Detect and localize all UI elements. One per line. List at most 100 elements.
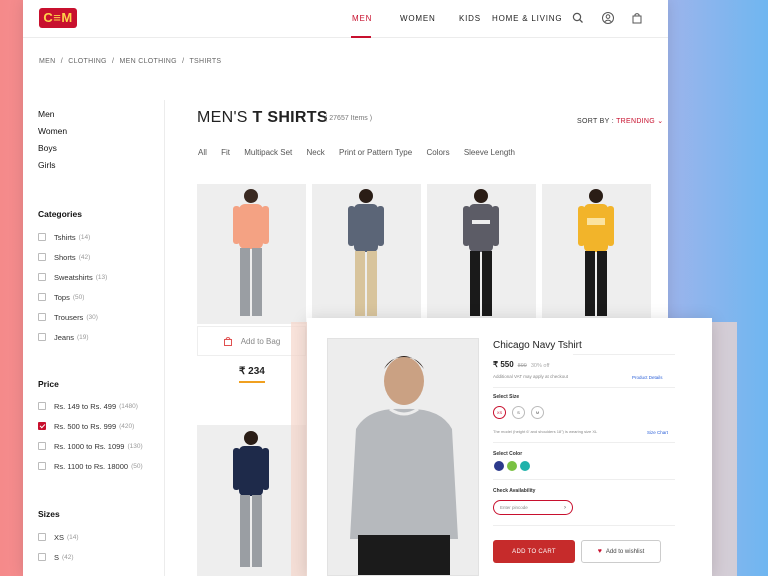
title-prefix: MEN'S (197, 109, 253, 126)
filter-colors[interactable]: Colors (426, 148, 449, 157)
product-large-image (327, 338, 479, 576)
bag-icon[interactable] (630, 11, 644, 25)
sidebar-link-boys[interactable]: Boys (38, 143, 67, 160)
sale-price: ₹ 550 (493, 360, 514, 369)
divider (573, 354, 675, 355)
sizes-title: Sizes (38, 509, 60, 519)
breadcrumb-sep: / (112, 58, 115, 65)
chevron-right-icon[interactable]: › (564, 505, 566, 511)
checkbox[interactable] (38, 533, 46, 541)
model-size-note: The model (height 6' and shoulders 18") … (493, 429, 598, 434)
checkbox[interactable] (38, 273, 46, 281)
checkbox[interactable] (38, 333, 46, 341)
pincode-placeholder: Enter pincode (500, 505, 528, 510)
product-image (578, 189, 614, 316)
option-label: Shorts (54, 252, 76, 262)
category-option[interactable]: Sweatshirts (13) (38, 267, 107, 287)
product-details-link[interactable]: Product Details (632, 375, 663, 380)
size-option-s[interactable]: S (512, 406, 525, 419)
filter-fit[interactable]: Fit (221, 148, 230, 157)
color-swatch-green[interactable] (507, 461, 517, 471)
nav-kids[interactable]: KIDS (459, 14, 481, 23)
search-icon[interactable] (571, 11, 585, 25)
option-count: (420) (119, 422, 135, 430)
checkbox[interactable] (38, 293, 46, 301)
size-option-m[interactable]: M (531, 406, 544, 419)
filter-sleeve[interactable]: Sleeve Length (464, 148, 515, 157)
category-option[interactable]: Jeans (19) (38, 327, 107, 347)
nav-women[interactable]: WOMEN (400, 14, 436, 23)
product-card[interactable] (312, 184, 421, 324)
add-to-cart-button[interactable]: ADD TO CART (493, 540, 575, 563)
breadcrumb-men[interactable]: MEN (39, 58, 55, 65)
filter-all[interactable]: All (198, 148, 207, 157)
category-option[interactable]: Tshirts (14) (38, 227, 107, 247)
page-title: MEN'S T SHIRTS (197, 109, 328, 127)
option-label: Tshirts (54, 232, 76, 242)
add-to-bag-button[interactable]: Add to Bag (197, 326, 306, 356)
modal-price: ₹ 550 899 30% off (493, 360, 549, 369)
breadcrumb-clothing[interactable]: CLOTHING (68, 58, 107, 65)
color-swatch-teal[interactable] (520, 461, 530, 471)
bag-icon (223, 337, 232, 346)
option-count: (42) (78, 253, 91, 261)
discount-label: 30% off (530, 363, 550, 369)
option-label: Tops (54, 292, 70, 302)
product-image (348, 189, 384, 316)
option-count: (14) (78, 233, 91, 241)
size-option[interactable]: XS (14) (38, 527, 79, 547)
checkbox[interactable] (38, 313, 46, 321)
top-header: C≡M MEN WOMEN KIDS HOME & LIVING (23, 0, 668, 38)
checkbox[interactable] (38, 233, 46, 241)
price-option[interactable]: Rs. 149 to Rs. 499 (1480) (38, 396, 143, 416)
filter-neck[interactable]: Neck (307, 148, 325, 157)
sidebar-link-girls[interactable]: Girls (38, 160, 67, 177)
product-card[interactable] (427, 184, 536, 324)
size-option[interactable]: S (42) (38, 547, 79, 567)
nav-home-living[interactable]: HOME & LIVING (492, 14, 562, 23)
price-option[interactable]: Rs. 1000 to Rs. 1099 (130) (38, 436, 143, 456)
category-filter-list: Tshirts (14) Shorts (42) Sweatshirts (13) T… (38, 227, 107, 347)
sidebar-link-women[interactable]: Women (38, 126, 67, 143)
divider (493, 479, 675, 480)
sidebar-link-men[interactable]: Men (38, 109, 67, 126)
price-option[interactable]: Rs. 1100 to Rs. 18000 (50) (38, 456, 143, 476)
product-card[interactable] (197, 184, 306, 324)
option-count: (13) (95, 273, 108, 281)
option-label: Rs. 500 to Rs. 999 (54, 421, 117, 431)
category-option[interactable]: Tops (50) (38, 287, 107, 307)
checkbox[interactable] (38, 442, 46, 450)
option-count: (14) (67, 533, 79, 541)
size-filter-list: XS (14) S (42) (38, 527, 79, 567)
checkbox[interactable] (38, 253, 46, 261)
color-swatch-navy[interactable] (494, 461, 504, 471)
category-option[interactable]: Trousers (30) (38, 307, 107, 327)
product-card[interactable] (542, 184, 651, 324)
filter-print[interactable]: Print or Pattern Type (339, 148, 412, 157)
add-to-wishlist-button[interactable]: ♥ Add to wishlist (581, 540, 661, 563)
sort-dropdown[interactable]: SORT BY : TRENDING ⌄ (577, 117, 663, 125)
select-size-label: Select Size (493, 394, 520, 400)
option-count: (1480) (119, 402, 138, 410)
brand-logo[interactable]: C≡M (39, 8, 77, 28)
checkbox[interactable] (38, 462, 46, 470)
product-card[interactable] (197, 425, 306, 576)
checkbox-checked[interactable] (38, 422, 46, 430)
filter-multipack[interactable]: Multipack Set (244, 148, 292, 157)
checkbox[interactable] (38, 402, 46, 410)
nav-men[interactable]: MEN (352, 14, 372, 23)
modal-product-name: Chicago Navy Tshirt (493, 340, 582, 351)
size-option-xs[interactable]: XS (493, 406, 506, 419)
title-main: T SHIRTS (252, 109, 328, 126)
option-label: Jeans (54, 332, 75, 342)
add-to-bag-label: Add to Bag (240, 336, 281, 346)
user-icon[interactable] (601, 11, 615, 25)
checkbox[interactable] (38, 553, 46, 561)
pincode-input[interactable]: Enter pincode › (493, 500, 573, 515)
product-price: ₹ 234 (239, 366, 265, 377)
category-option[interactable]: Shorts (42) (38, 247, 107, 267)
price-option[interactable]: Rs. 500 to Rs. 999 (420) (38, 416, 143, 436)
breadcrumb-tshirts[interactable]: TSHIRTS (189, 58, 221, 65)
size-chart-link[interactable]: Size Chart (647, 430, 668, 435)
breadcrumb-men-clothing[interactable]: MEN CLOTHING (120, 58, 177, 65)
